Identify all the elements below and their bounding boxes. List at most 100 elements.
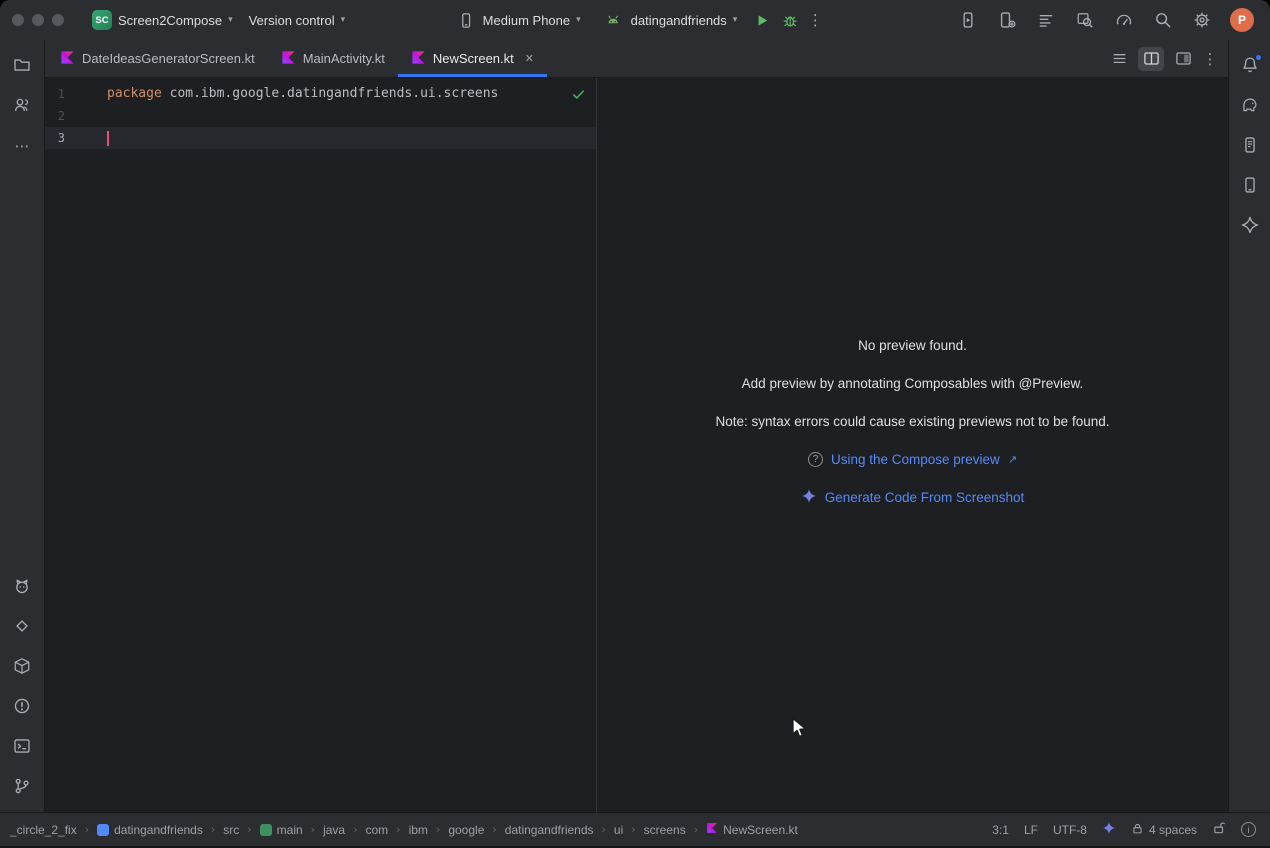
breadcrumb-item[interactable]: google (448, 823, 484, 837)
editor-line-1[interactable]: 1 package com.ibm.google.datingandfriend… (45, 83, 596, 105)
more-actions-kebab-icon[interactable]: ⋮ (807, 11, 823, 29)
chevron-down-icon: ▾ (576, 16, 581, 25)
breadcrumb-item[interactable]: _circle_2_fix (10, 823, 77, 837)
breadcrumb-separator: › (311, 823, 315, 836)
settings-gear-icon[interactable] (1191, 9, 1213, 31)
editor-line-2[interactable]: 2 (45, 105, 596, 127)
indent-widget[interactable]: 4 spaces (1131, 822, 1197, 838)
gemini-gem-icon (1102, 821, 1116, 838)
profiler-icon[interactable] (1113, 9, 1135, 31)
kotlin-file-icon (411, 50, 426, 68)
breadcrumb-item[interactable]: src (223, 823, 239, 837)
breadcrumb: _circle_2_fix › datingandfriends › src ›… (10, 822, 798, 837)
more-tool-windows-button[interactable]: ⋯ (5, 130, 39, 162)
build-cube-icon (13, 657, 31, 678)
device-selector[interactable]: Medium Phone ▾ (447, 4, 589, 36)
editor-caret (107, 131, 109, 146)
encoding-widget[interactable]: UTF-8 (1053, 823, 1087, 837)
preview-message-note: Note: syntax errors could cause existing… (716, 411, 1110, 431)
breadcrumb-item[interactable]: ui (614, 823, 623, 837)
phone-device-icon (455, 9, 477, 31)
mouse-cursor (789, 717, 809, 739)
window-zoom-button[interactable] (52, 14, 64, 26)
preview-message-hint: Add preview by annotating Composables wi… (742, 373, 1084, 393)
inspections-status-check-icon[interactable] (571, 87, 586, 102)
right-tool-stripe (1228, 40, 1270, 812)
project-tool-button[interactable] (5, 50, 39, 82)
device-manager-icon[interactable] (996, 9, 1018, 31)
breadcrumb-item[interactable]: screens (644, 823, 686, 837)
search-everywhere-icon[interactable] (1152, 9, 1174, 31)
device-explorer-tool-button[interactable] (1233, 130, 1267, 162)
kotlin-file-icon (281, 50, 296, 68)
device-manager-tool-button[interactable] (1233, 170, 1267, 202)
line-separator-widget[interactable]: LF (1024, 823, 1038, 837)
tab-dateideasgeneratorscreen[interactable]: DateIdeasGeneratorScreen.kt (47, 40, 268, 77)
people-tool-button[interactable] (5, 90, 39, 122)
tab-newscreen[interactable]: NewScreen.kt ✕ (398, 40, 547, 77)
gemini-status-widget[interactable] (1102, 821, 1116, 838)
running-devices-icon[interactable] (957, 9, 979, 31)
version-control-widget[interactable]: Version control ▾ (241, 8, 354, 33)
info-circle-icon: i (1241, 822, 1256, 837)
breadcrumb-text: com (366, 823, 389, 837)
external-link-icon: ↗ (1008, 453, 1017, 466)
editor-line-3[interactable]: 3 (45, 127, 596, 149)
tab-label: DateIdeasGeneratorScreen.kt (82, 51, 255, 66)
gradle-tool-button[interactable] (1233, 90, 1267, 122)
debug-button[interactable] (779, 9, 801, 31)
notifications-tool-button[interactable] (1233, 50, 1267, 82)
avatar-initial: P (1238, 13, 1246, 27)
build-tool-button[interactable] (5, 651, 39, 683)
breadcrumb-separator: › (602, 823, 606, 836)
notification-dot (1255, 54, 1262, 61)
generate-link-text: Generate Code From Screenshot (825, 490, 1025, 505)
profile-avatar[interactable]: P (1230, 8, 1254, 32)
preview-message-title: No preview found. (858, 335, 967, 355)
logcat-tool-button[interactable] (5, 571, 39, 603)
breadcrumb-text: main (277, 823, 303, 837)
compose-preview-docs-link[interactable]: ? Using the Compose preview ↗ (808, 449, 1017, 469)
editor-split: 1 package com.ibm.google.datingandfriend… (45, 78, 1228, 812)
list-icon[interactable] (1106, 47, 1132, 71)
split-editor-icon[interactable] (1138, 47, 1164, 71)
gemini-tool-button[interactable] (1233, 210, 1267, 242)
run-configuration-selector[interactable]: datingandfriends ▾ (595, 4, 746, 36)
logcat-icon[interactable] (1035, 9, 1057, 31)
generate-code-from-screenshot-link[interactable]: Generate Code From Screenshot (801, 487, 1025, 507)
preview-layout-icon[interactable] (1170, 47, 1196, 71)
caret-position-widget[interactable]: 3:1 (992, 823, 1009, 837)
lock-icon (1131, 822, 1144, 838)
close-tab-icon[interactable]: ✕ (525, 52, 534, 65)
breadcrumb-separator: › (492, 823, 496, 836)
project-widget[interactable]: SC Screen2Compose ▾ (84, 5, 241, 35)
code-editor[interactable]: 1 package com.ibm.google.datingandfriend… (45, 78, 596, 812)
problems-tool-button[interactable] (5, 691, 39, 723)
breadcrumb-item[interactable]: main (260, 823, 303, 837)
breadcrumb-item[interactable]: datingandfriends (505, 823, 594, 837)
app-quality-insights-tool-button[interactable] (5, 611, 39, 643)
window-controls (12, 14, 64, 26)
version-control-tool-button[interactable] (5, 771, 39, 803)
kotlin-file-icon (706, 822, 718, 837)
terminal-tool-button[interactable] (5, 731, 39, 763)
code-text: com.ibm.google.datingandfriends.ui.scree… (162, 86, 499, 101)
tab-mainactivity[interactable]: MainActivity.kt (268, 40, 398, 77)
breadcrumb-item[interactable]: ibm (409, 823, 428, 837)
android-app-icon (603, 9, 625, 31)
breadcrumb-separator: › (247, 823, 251, 836)
tab-label: NewScreen.kt (433, 51, 514, 66)
run-button[interactable] (751, 9, 773, 31)
code-line: package com.ibm.google.datingandfriends.… (101, 83, 498, 105)
breadcrumb-item[interactable]: com (366, 823, 389, 837)
breadcrumb-text: datingandfriends (505, 823, 594, 837)
app-inspection-icon[interactable] (1074, 9, 1096, 31)
inspections-widget[interactable]: i (1241, 822, 1256, 837)
breadcrumb-item[interactable]: java (323, 823, 345, 837)
write-access-widget[interactable] (1212, 821, 1226, 838)
window-minimize-button[interactable] (32, 14, 44, 26)
breadcrumb-item[interactable]: datingandfriends (97, 823, 203, 837)
breadcrumb-item[interactable]: NewScreen.kt (706, 822, 798, 837)
tab-options-kebab-icon[interactable]: ⋮ (1202, 50, 1218, 68)
window-close-button[interactable] (12, 14, 24, 26)
